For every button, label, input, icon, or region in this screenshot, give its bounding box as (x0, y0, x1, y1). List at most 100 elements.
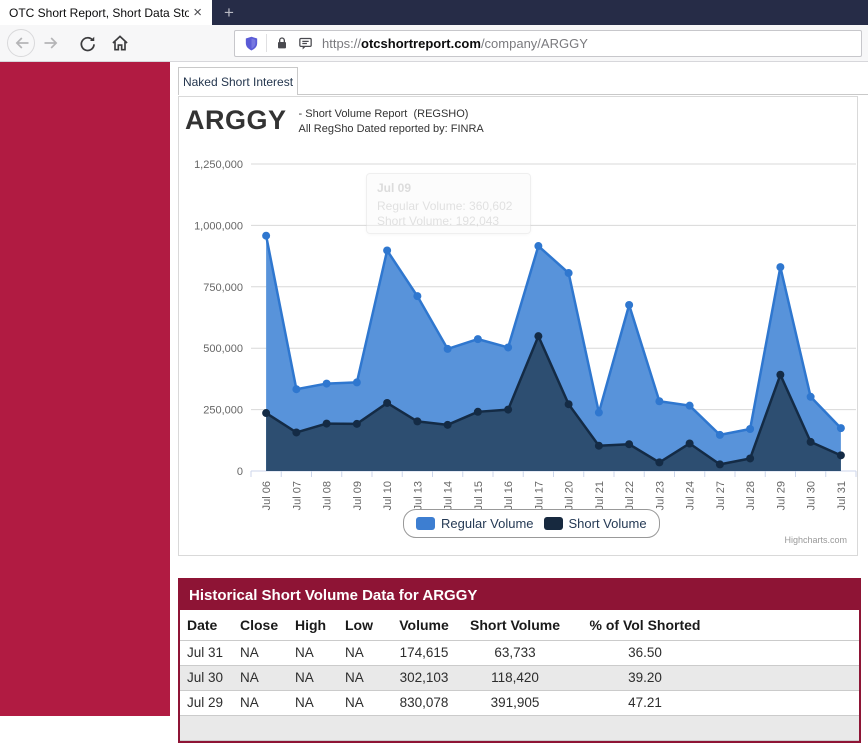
table-cell: 391,905 (470, 690, 560, 715)
data-point-marker[interactable] (292, 385, 300, 393)
legend-label-short: Short Volume (569, 516, 647, 531)
data-point-marker[interactable] (686, 439, 694, 447)
data-point-marker[interactable] (444, 345, 452, 353)
data-point-marker[interactable] (595, 442, 603, 450)
lock-icon[interactable] (274, 35, 290, 51)
data-point-marker[interactable] (595, 409, 603, 417)
browser-tab-title: OTC Short Report, Short Data Stock (9, 6, 189, 20)
chart-subtitle: - Short Volume Report (REGSHO) All RegSh… (299, 105, 484, 137)
home-button[interactable] (106, 33, 134, 53)
column-header: % of Vol Shorted (560, 610, 730, 640)
x-axis-labels: Jul 06Jul 07Jul 08Jul 09Jul 10Jul 13Jul … (261, 481, 848, 510)
x-tick-label: Jul 09 (352, 481, 364, 510)
data-point-marker[interactable] (625, 440, 633, 448)
data-point-marker[interactable] (565, 269, 573, 277)
table-cell: 118,420 (470, 665, 560, 690)
y-tick-label: 500,000 (203, 343, 243, 355)
table-cell: NA (338, 690, 378, 715)
data-point-marker[interactable] (534, 332, 542, 340)
data-point-marker[interactable] (474, 335, 482, 343)
historical-data-table-card: Historical Short Volume Data for ARGGY D… (178, 578, 861, 743)
tab-close-icon[interactable]: × (189, 5, 206, 20)
reload-button[interactable] (72, 34, 100, 53)
site-message-icon[interactable] (297, 35, 314, 52)
x-tick-label: Jul 21 (594, 481, 606, 510)
browser-tab-active[interactable]: OTC Short Report, Short Data Stock × (0, 0, 212, 25)
tab-naked-short-interest[interactable]: Naked Short Interest (178, 67, 298, 95)
data-point-marker[interactable] (353, 420, 361, 428)
legend-item-short-volume[interactable]: Short Volume (544, 516, 647, 531)
table-cell: 47.21 (560, 690, 730, 715)
data-point-marker[interactable] (686, 402, 694, 410)
forward-button[interactable] (38, 33, 66, 53)
x-tick-label: Jul 07 (291, 481, 303, 510)
y-axis-labels: 0250,000500,000750,0001,000,0001,250,000 (194, 159, 243, 478)
data-point-marker[interactable] (625, 301, 633, 309)
x-axis (251, 471, 856, 477)
url-bar[interactable]: https://otcshortreport.com/company/ARGGY (234, 30, 862, 57)
data-point-marker[interactable] (776, 263, 784, 271)
data-point-marker[interactable] (807, 393, 815, 401)
reload-icon (77, 34, 96, 53)
table-row-partial (180, 715, 859, 740)
data-point-marker[interactable] (746, 454, 754, 462)
data-point-marker[interactable] (323, 380, 331, 388)
x-tick-label: Jul 30 (806, 481, 818, 510)
browser-toolbar: https://otcshortreport.com/company/ARGGY (0, 25, 868, 62)
data-point-marker[interactable] (716, 460, 724, 468)
data-point-marker[interactable] (292, 428, 300, 436)
data-point-marker[interactable] (413, 292, 421, 300)
y-tick-label: 1,000,000 (194, 220, 243, 232)
url-domain: otcshortreport.com (361, 36, 481, 51)
highcharts-credits[interactable]: Highcharts.com (784, 535, 847, 545)
column-header: Close (233, 610, 288, 640)
table-cell: NA (338, 640, 378, 665)
x-tick-label: Jul 16 (503, 481, 515, 510)
forward-arrow-icon (42, 33, 62, 53)
data-point-marker[interactable] (413, 417, 421, 425)
data-point-marker[interactable] (504, 406, 512, 414)
url-path: /company/ARGGY (481, 36, 588, 51)
column-header: Date (180, 610, 233, 640)
data-point-marker[interactable] (655, 458, 663, 466)
data-point-marker[interactable] (807, 438, 815, 446)
data-point-marker[interactable] (837, 451, 845, 459)
short-volume-chart-card: 0250,000500,000750,0001,000,0001,250,000… (178, 96, 858, 556)
data-point-marker[interactable] (474, 408, 482, 416)
tracking-protection-shield-icon[interactable] (243, 35, 260, 52)
data-point-marker[interactable] (262, 232, 270, 240)
table-row: Jul 31NANANA174,61563,73336.50 (180, 640, 859, 665)
table-cell: 39.20 (560, 665, 730, 690)
tooltip-date: Jul 09 (377, 181, 520, 195)
x-tick-label: Jul 13 (412, 481, 424, 510)
y-tick-label: 1,250,000 (194, 159, 243, 171)
table-cell: Jul 31 (180, 640, 233, 665)
legend-item-regular-volume[interactable]: Regular Volume (416, 516, 534, 531)
x-tick-label: Jul 08 (322, 481, 334, 510)
data-point-marker[interactable] (383, 246, 391, 254)
data-point-marker[interactable] (262, 409, 270, 417)
table-title: Historical Short Volume Data for ARGGY (180, 580, 859, 610)
data-point-marker[interactable] (776, 371, 784, 379)
back-button[interactable] (7, 29, 35, 57)
data-point-marker[interactable] (444, 421, 452, 429)
table-row: Jul 29NANANA830,078391,90547.21 (180, 690, 859, 715)
data-point-marker[interactable] (837, 424, 845, 432)
data-point-marker[interactable] (353, 378, 361, 386)
volume-chart: 0250,000500,000750,0001,000,0001,250,000… (179, 97, 859, 557)
data-point-marker[interactable] (534, 242, 542, 250)
x-tick-label: Jul 15 (473, 481, 485, 510)
data-point-marker[interactable] (504, 343, 512, 351)
new-tab-button[interactable]: + (212, 0, 246, 25)
x-tick-label: Jul 27 (715, 481, 727, 510)
chart-tooltip: Jul 09 Regular Volume: 360,602 Short Vol… (366, 173, 531, 234)
data-point-marker[interactable] (323, 420, 331, 428)
data-point-marker[interactable] (746, 425, 754, 433)
table-cell: NA (233, 665, 288, 690)
data-point-marker[interactable] (565, 400, 573, 408)
data-point-marker[interactable] (383, 399, 391, 407)
data-point-marker[interactable] (716, 431, 724, 439)
data-point-marker[interactable] (655, 397, 663, 405)
chart-symbol: ARGGY (185, 105, 287, 137)
x-tick-label: Jul 17 (533, 481, 545, 510)
